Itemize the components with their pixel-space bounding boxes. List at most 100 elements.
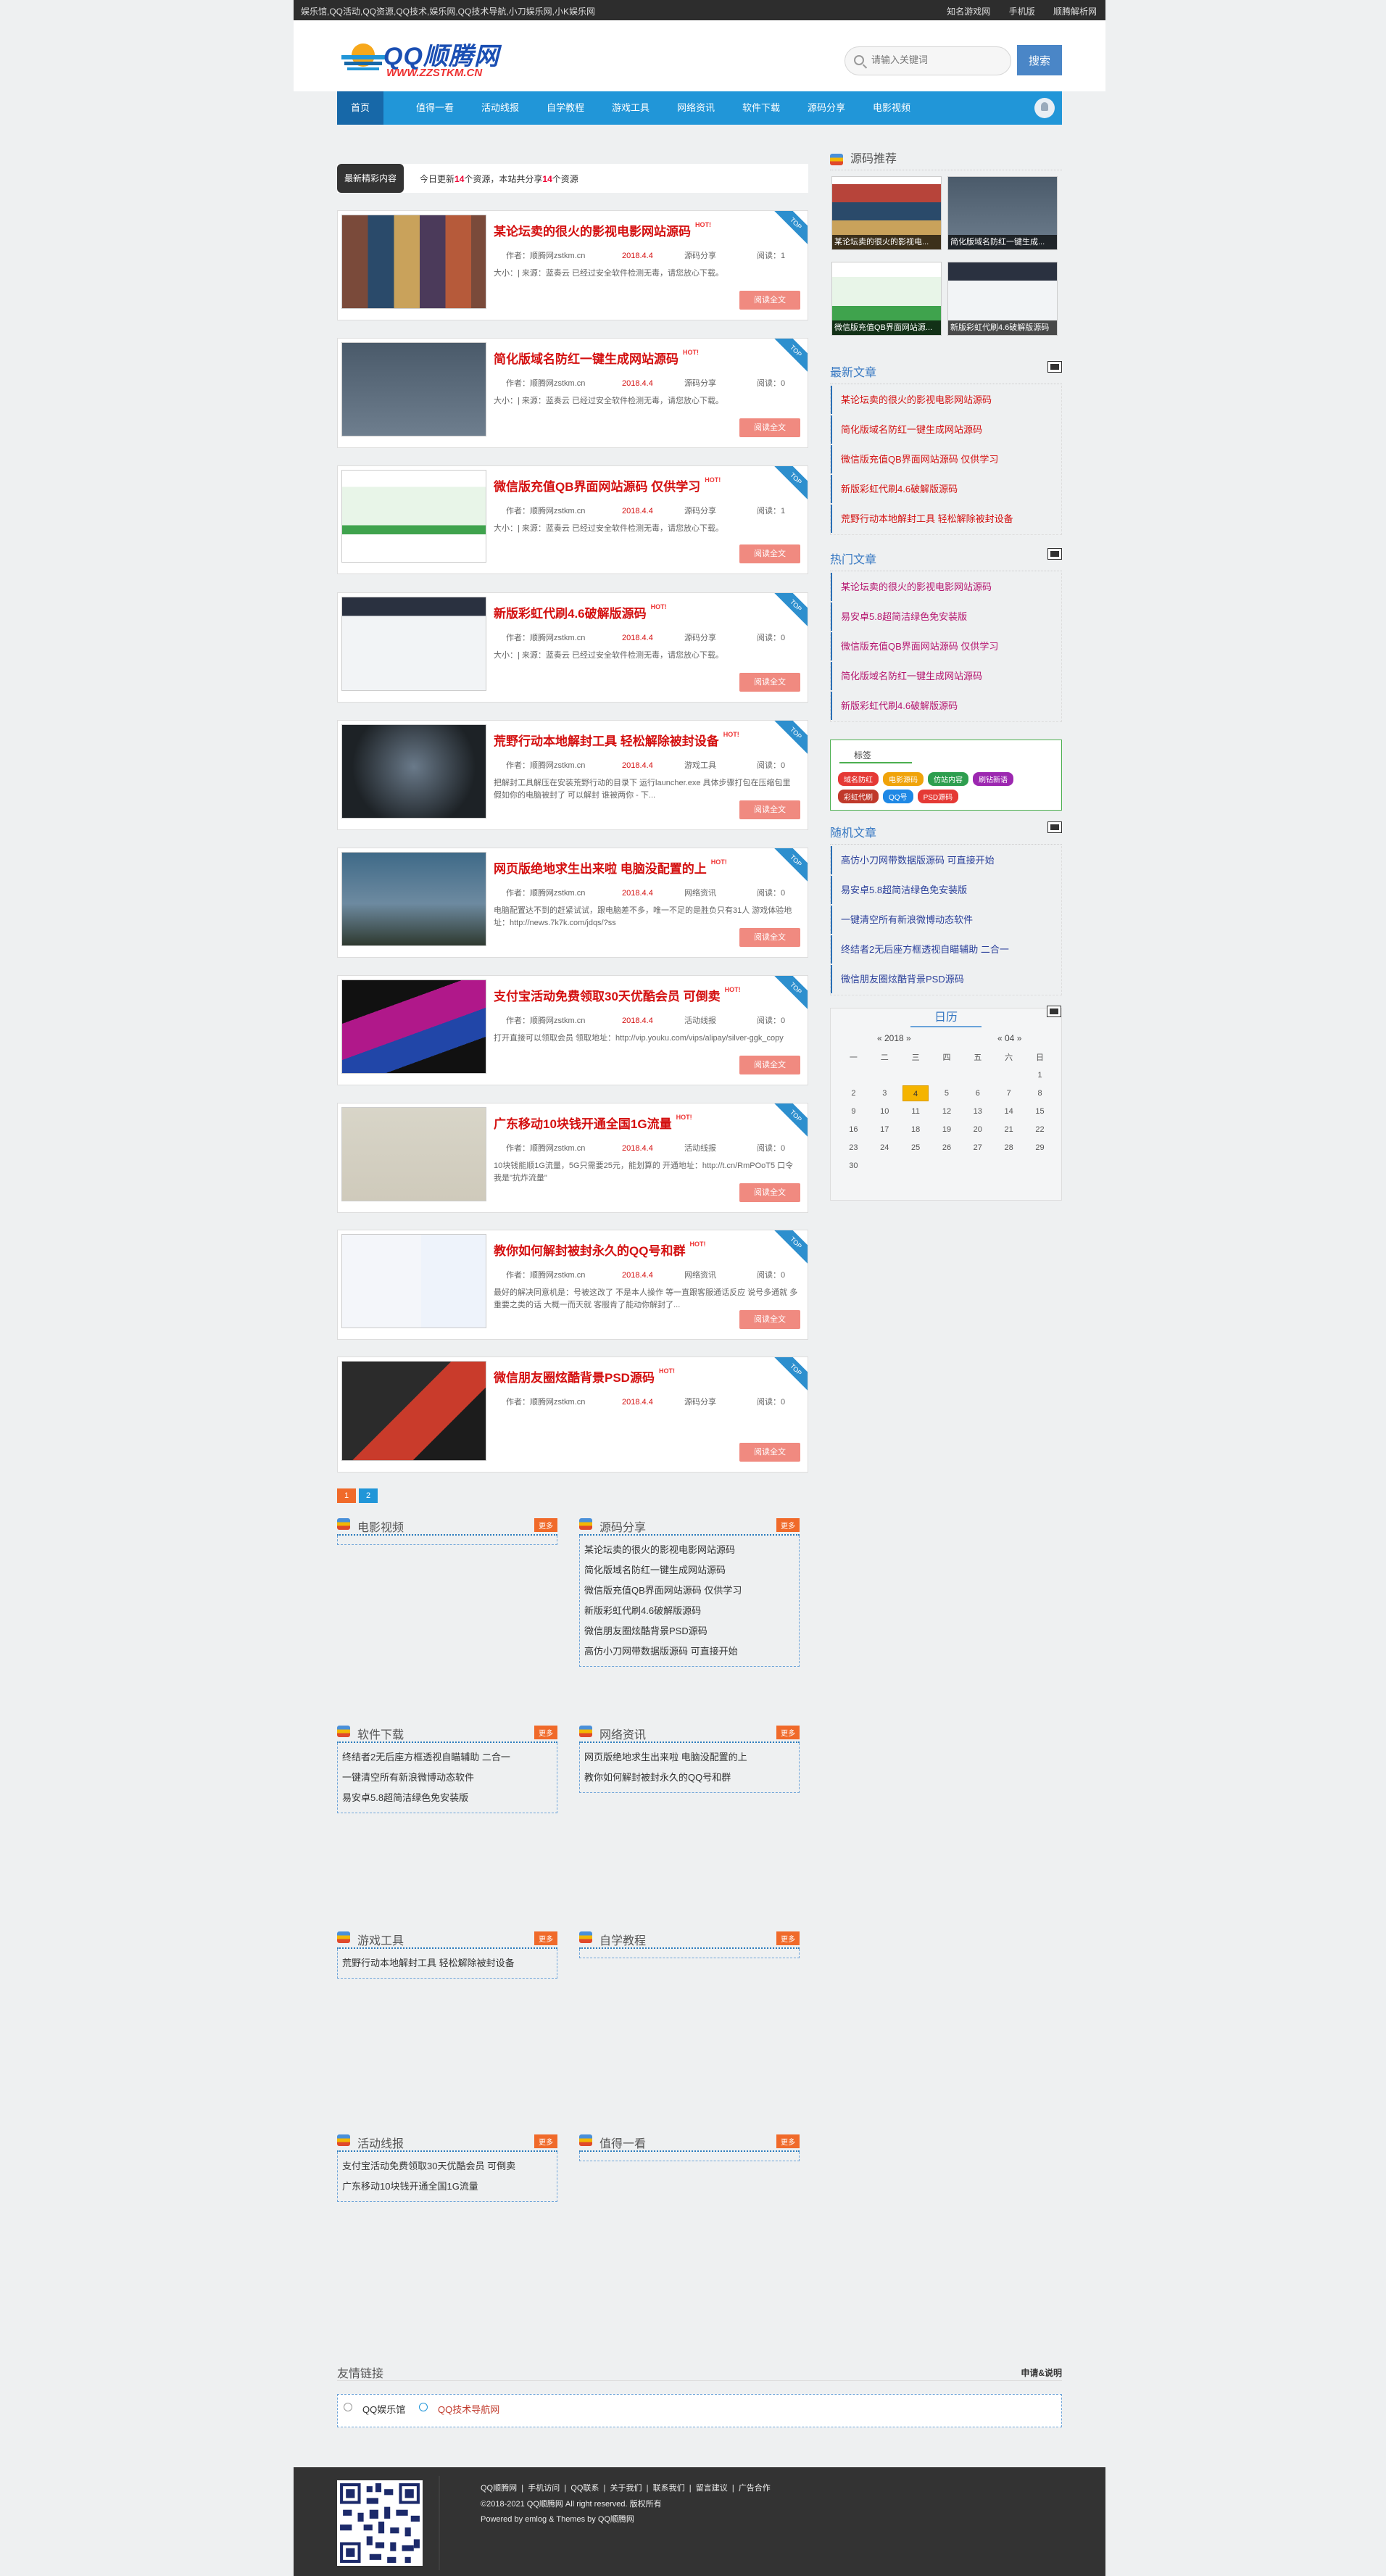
nav-source-code[interactable]: 源码分享	[797, 91, 855, 125]
category-item[interactable]: 荒野行动本地解封工具 轻松解除被封设备	[342, 1953, 552, 1974]
post-title[interactable]: 网页版绝地求生出来啦 电脑没配置的上 HOT!	[494, 858, 727, 877]
post-thumbnail[interactable]	[341, 1234, 486, 1328]
post-category[interactable]: 网络资讯	[684, 1269, 757, 1280]
collapse-icon[interactable]	[1047, 1006, 1061, 1017]
post-title[interactable]: 广东移动10块钱开通全国1G流量 HOT!	[494, 1114, 692, 1132]
calendar-day[interactable]: 3	[869, 1084, 900, 1102]
post-title[interactable]: 新版彩虹代刷4.6破解版源码 HOT!	[494, 603, 667, 621]
calendar-day[interactable]: 26	[931, 1138, 963, 1156]
nav-news[interactable]: 网络资讯	[667, 91, 725, 125]
category-item[interactable]: 微信朋友圈炫酷背景PSD源码	[584, 1621, 794, 1641]
more-button[interactable]: 更多	[534, 1726, 557, 1739]
sidebar-article-link[interactable]: 一键清空所有新浪微博动态软件	[831, 906, 1061, 934]
tag-chip[interactable]: 刷钻新语	[973, 772, 1013, 786]
user-avatar-icon[interactable]	[1034, 98, 1055, 118]
post-category[interactable]: 源码分享	[684, 631, 757, 643]
more-button[interactable]: 更多	[534, 1518, 557, 1532]
sidebar-article-link[interactable]: 微信版充值QB界面网站源码 仅供学习	[831, 632, 1061, 660]
calendar-day[interactable]: 10	[869, 1102, 900, 1120]
tag-chip[interactable]: 电影源码	[883, 772, 924, 786]
category-title[interactable]: 软件下载	[357, 1725, 404, 1742]
post-title[interactable]: 微信版充值QB界面网站源码 仅供学习 HOT!	[494, 476, 721, 494]
post-category[interactable]: 源码分享	[684, 505, 757, 516]
read-more-button[interactable]: 阅读全文	[739, 418, 800, 437]
footer-link[interactable]: 联系我们	[653, 2484, 685, 2493]
post-title[interactable]: 微信朋友圈炫酷背景PSD源码 HOT!	[494, 1367, 675, 1386]
calendar-day[interactable]: 25	[900, 1138, 931, 1156]
read-more-button[interactable]: 阅读全文	[739, 1183, 800, 1202]
category-item[interactable]: 简化版域名防红一键生成网站源码	[584, 1560, 794, 1581]
post-thumbnail[interactable]	[341, 980, 486, 1074]
calendar-day[interactable]: 27	[962, 1138, 993, 1156]
more-button[interactable]: 更多	[534, 1931, 557, 1945]
site-logo[interactable]: QQ顺腾网 WWW.ZZSTKM.CN	[339, 33, 513, 84]
category-item[interactable]: 微信版充值QB界面网站源码 仅供学习	[584, 1581, 794, 1601]
calendar-day[interactable]: 22	[1024, 1120, 1055, 1138]
category-item[interactable]: 网页版绝地求生出来啦 电脑没配置的上	[584, 1747, 794, 1768]
sidebar-article-link[interactable]: 易安卓5.8超简洁绿色免安装版	[831, 602, 1061, 631]
more-button[interactable]: 更多	[776, 1726, 800, 1739]
read-more-button[interactable]: 阅读全文	[739, 800, 800, 819]
top-link-parse[interactable]: 顺腾解析网	[1053, 7, 1097, 17]
calendar-day[interactable]: 20	[962, 1120, 993, 1138]
recommend-card[interactable]: 微信版充值QB界面网站源...	[831, 262, 942, 336]
calendar-day[interactable]: 5	[931, 1084, 963, 1102]
page-1[interactable]: 1	[337, 1488, 356, 1503]
top-link-mobile[interactable]: 手机版	[1009, 7, 1035, 17]
post-thumbnail[interactable]	[341, 215, 486, 309]
nav-home[interactable]: 首页	[337, 91, 383, 125]
recommend-card[interactable]: 某论坛卖的很火的影视电...	[831, 176, 942, 250]
calendar-day[interactable]: 17	[869, 1120, 900, 1138]
category-item[interactable]: 广东移动10块钱开通全国1G流量	[342, 2177, 552, 2197]
sidebar-article-link[interactable]: 荒野行动本地解封工具 轻松解除被封设备	[831, 505, 1061, 533]
more-button[interactable]: 更多	[776, 2134, 800, 2148]
category-item[interactable]: 高仿小刀网带数据版源码 可直接开始	[584, 1641, 794, 1662]
calendar-day[interactable]: 1	[1024, 1066, 1055, 1084]
footer-link[interactable]: 留言建议	[696, 2484, 728, 2493]
post-title[interactable]: 某论坛卖的很火的影视电影网站源码 HOT!	[494, 221, 711, 239]
sidebar-article-link[interactable]: 高仿小刀网带数据版源码 可直接开始	[831, 846, 1061, 874]
calendar-day[interactable]: 11	[900, 1102, 931, 1120]
sidebar-article-link[interactable]: 简化版域名防红一键生成网站源码	[831, 415, 1061, 444]
recommend-card[interactable]: 简化版域名防红一键生成...	[947, 176, 1058, 250]
sidebar-article-link[interactable]: 新版彩虹代刷4.6破解版源码	[831, 692, 1061, 720]
nav-game-tools[interactable]: 游戏工具	[602, 91, 660, 125]
read-more-button[interactable]: 阅读全文	[739, 544, 800, 563]
nav-worth-seeing[interactable]: 值得一看	[406, 91, 464, 125]
sidebar-article-link[interactable]: 微信朋友圈炫酷背景PSD源码	[831, 965, 1061, 993]
collapse-icon[interactable]	[1047, 361, 1062, 373]
search-input[interactable]	[871, 54, 1002, 65]
calendar-day[interactable]: 18	[900, 1120, 931, 1138]
read-more-button[interactable]: 阅读全文	[739, 673, 800, 692]
calendar-day[interactable]: 28	[993, 1138, 1024, 1156]
top-link-game[interactable]: 知名游戏网	[947, 7, 990, 17]
read-more-button[interactable]: 阅读全文	[739, 1056, 800, 1074]
nav-software[interactable]: 软件下载	[732, 91, 790, 125]
category-item[interactable]: 新版彩虹代刷4.6破解版源码	[584, 1601, 794, 1621]
post-thumbnail[interactable]	[341, 1107, 486, 1201]
calendar-day[interactable]: 16	[838, 1120, 869, 1138]
category-item[interactable]: 教你如何解封被封永久的QQ号和群	[584, 1768, 794, 1788]
post-category[interactable]: 活动线报	[684, 1014, 757, 1026]
calendar-day[interactable]: 6	[962, 1084, 993, 1102]
calendar-day[interactable]: 19	[931, 1120, 963, 1138]
tag-chip[interactable]: QQ号	[883, 790, 913, 803]
sidebar-article-link[interactable]: 易安卓5.8超简洁绿色免安装版	[831, 876, 1061, 904]
category-title[interactable]: 游戏工具	[357, 1931, 404, 1948]
links-apply[interactable]: 申请&说明	[1021, 2366, 1062, 2379]
friend-link-2[interactable]: QQ技术导航网	[438, 2402, 499, 2416]
post-title[interactable]: 教你如何解封被封永久的QQ号和群 HOT!	[494, 1241, 705, 1259]
post-thumbnail[interactable]	[341, 342, 486, 436]
category-title[interactable]: 源码分享	[599, 1517, 646, 1535]
nav-activity[interactable]: 活动线报	[471, 91, 529, 125]
post-thumbnail[interactable]	[341, 1361, 486, 1461]
post-category[interactable]: 源码分享	[684, 1396, 757, 1407]
category-item[interactable]: 终结者2无后座方框透视自瞄辅助 二合一	[342, 1747, 552, 1768]
sidebar-article-link[interactable]: 新版彩虹代刷4.6破解版源码	[831, 475, 1061, 503]
read-more-button[interactable]: 阅读全文	[739, 291, 800, 310]
search-button[interactable]: 搜索	[1017, 45, 1062, 75]
calendar-day[interactable]: 21	[993, 1120, 1024, 1138]
recommend-card[interactable]: 新版彩虹代刷4.6破解版源码	[947, 262, 1058, 336]
post-thumbnail[interactable]	[341, 724, 486, 819]
tag-chip[interactable]: 彩虹代刷	[838, 790, 879, 803]
